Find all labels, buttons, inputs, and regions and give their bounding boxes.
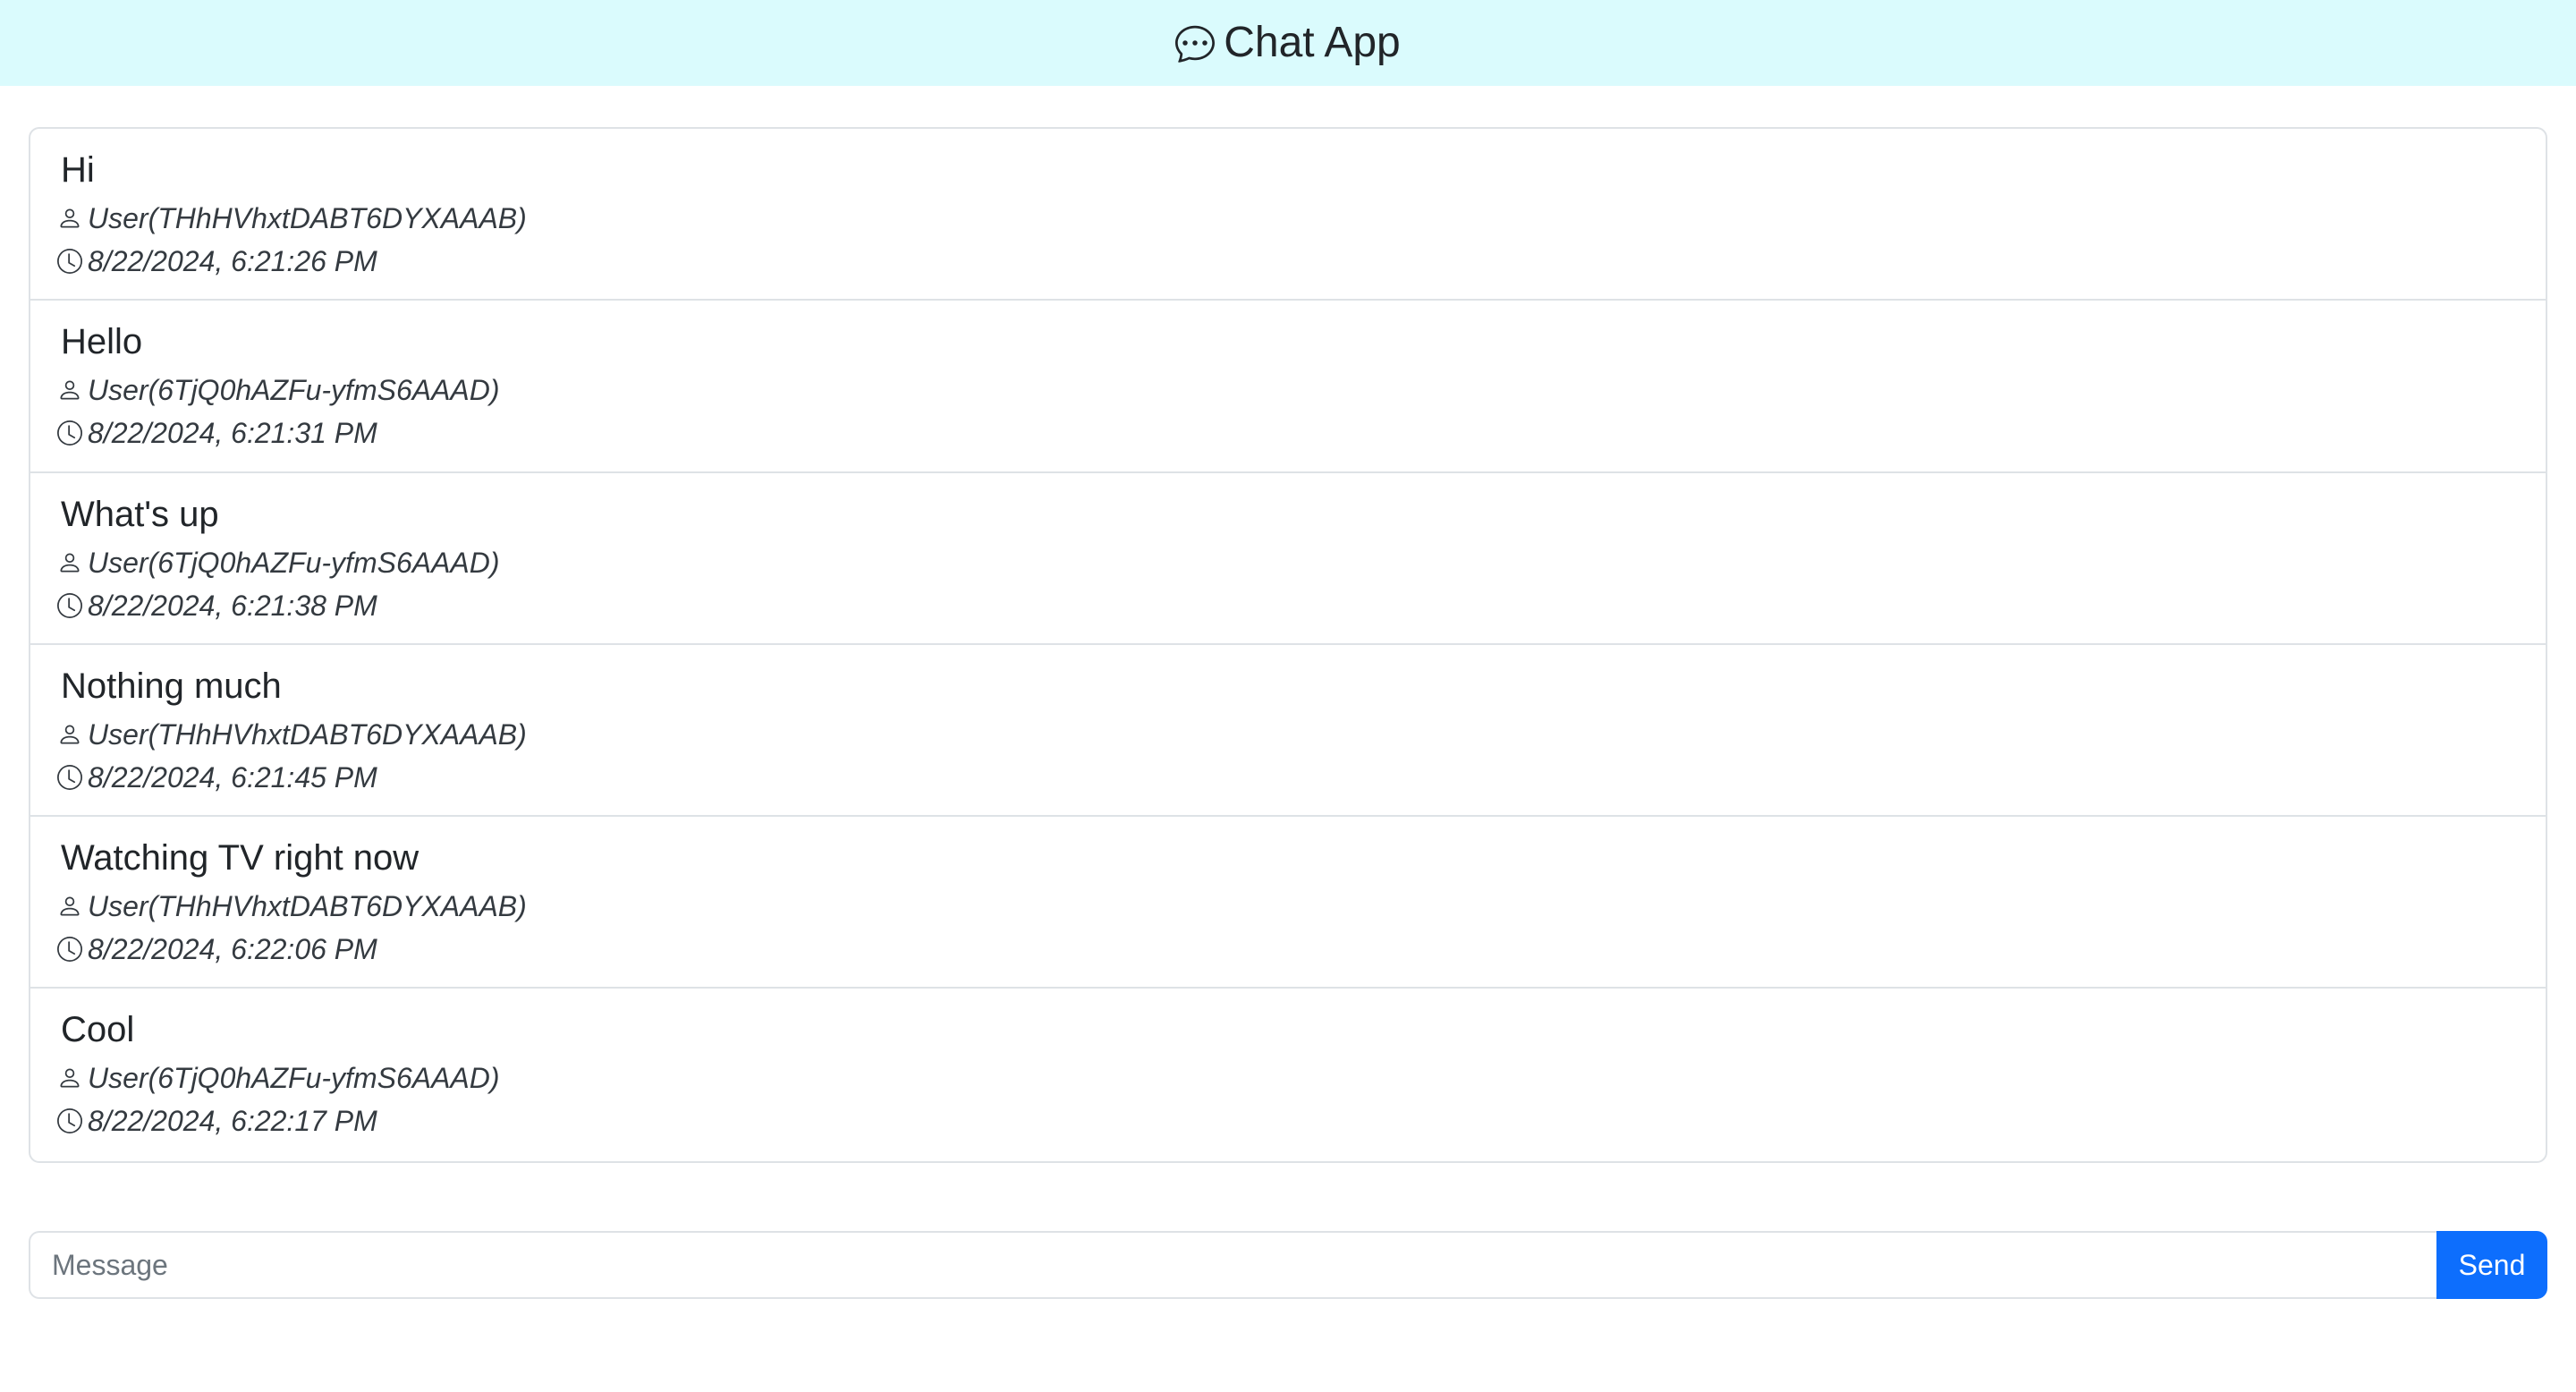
- message-timestamp-text: 8/22/2024, 6:22:06 PM: [88, 933, 377, 966]
- clock-icon: [57, 764, 82, 790]
- message-text: Hi: [61, 150, 95, 190]
- message-author-text: User(6TjQ0hAZFu-yfmS6AAAD): [88, 546, 500, 579]
- message-author: User(THhHVhxtDABT6DYXAAAB): [57, 713, 2519, 756]
- person-icon: [60, 553, 80, 573]
- message-text: Nothing much: [61, 666, 282, 706]
- message-author-text: User(THhHVhxtDABT6DYXAAAB): [88, 717, 527, 751]
- message-text: Cool: [61, 1010, 135, 1050]
- message-item: What's up User(6TjQ0hAZFu-yfmS6AAAD) 8/22/…: [30, 473, 2546, 645]
- message-item: Nothing much User(THhHVhxtDABT6DYXAAAB) 8/…: [30, 645, 2546, 818]
- message-author-text: User(THhHVhxtDABT6DYXAAAB): [88, 202, 527, 234]
- message-author: User(6TjQ0hAZFu-yfmS6AAAD): [57, 541, 2519, 584]
- person-icon: [60, 1068, 80, 1088]
- message-text: Watching TV right now: [61, 838, 419, 878]
- message-text: What's up: [61, 494, 219, 534]
- message-item: Cool User(6TjQ0hAZFu-yfmS6AAAD) 8/22/2024,…: [30, 989, 2546, 1160]
- message-list[interactable]: Hi User(THhHVhxtDABT6DYXAAAB) 8/22/2024, 6…: [29, 127, 2547, 1163]
- app-title-group: Chat App: [1175, 19, 1401, 66]
- message-timestamp: 8/22/2024, 6:21:45 PM: [57, 756, 2519, 799]
- message-author-text: User(6TjQ0hAZFu-yfmS6AAAD): [88, 374, 500, 407]
- message-timestamp-text: 8/22/2024, 6:22:17 PM: [88, 1105, 377, 1138]
- message-author: User(THhHVhxtDABT6DYXAAAB): [57, 197, 2519, 240]
- app-title: Chat App: [1224, 19, 1401, 66]
- message-timestamp-text: 8/22/2024, 6:21:31 PM: [88, 417, 377, 450]
- message-author: User(6TjQ0hAZFu-yfmS6AAAD): [57, 369, 2519, 412]
- message-timestamp: 8/22/2024, 6:22:17 PM: [57, 1099, 2519, 1142]
- clock-icon: [57, 937, 82, 963]
- message-author: User(6TjQ0hAZFu-yfmS6AAAD): [57, 1057, 2519, 1099]
- person-icon: [60, 208, 80, 228]
- clock-icon: [57, 420, 82, 446]
- clock-icon: [57, 249, 82, 274]
- message-item: Watching TV right now User(THhHVhxtDABT6D…: [30, 817, 2546, 989]
- message-timestamp: 8/22/2024, 6:21:31 PM: [57, 412, 2519, 454]
- clock-icon: [57, 592, 82, 618]
- message-author: User(THhHVhxtDABT6DYXAAAB): [57, 885, 2519, 928]
- person-icon: [60, 380, 80, 400]
- clock-icon: [57, 1108, 82, 1134]
- app-header: Chat App: [0, 0, 2576, 86]
- message-input[interactable]: [29, 1231, 2436, 1299]
- message-timestamp: 8/22/2024, 6:21:38 PM: [57, 584, 2519, 627]
- message-timestamp-text: 8/22/2024, 6:21:38 PM: [88, 589, 377, 622]
- person-icon: [60, 725, 80, 744]
- send-button[interactable]: Send: [2436, 1231, 2547, 1299]
- person-icon: [60, 896, 80, 916]
- message-item: Hi User(THhHVhxtDABT6DYXAAAB) 8/22/2024, 6…: [30, 129, 2546, 301]
- message-item: Hello User(6TjQ0hAZFu-yfmS6AAAD) 8/22/2024…: [30, 301, 2546, 473]
- message-author-text: User(THhHVhxtDABT6DYXAAAB): [88, 890, 527, 923]
- chat-dots-icon: [1175, 25, 1216, 63]
- message-author-text: User(6TjQ0hAZFu-yfmS6AAAD): [88, 1062, 500, 1095]
- message-timestamp: 8/22/2024, 6:21:26 PM: [57, 240, 2519, 283]
- message-timestamp-text: 8/22/2024, 6:21:45 PM: [88, 760, 377, 794]
- message-timestamp-text: 8/22/2024, 6:21:26 PM: [88, 245, 377, 277]
- message-timestamp: 8/22/2024, 6:22:06 PM: [57, 928, 2519, 971]
- message-composer: Send: [29, 1231, 2547, 1299]
- message-text: Hello: [61, 322, 143, 362]
